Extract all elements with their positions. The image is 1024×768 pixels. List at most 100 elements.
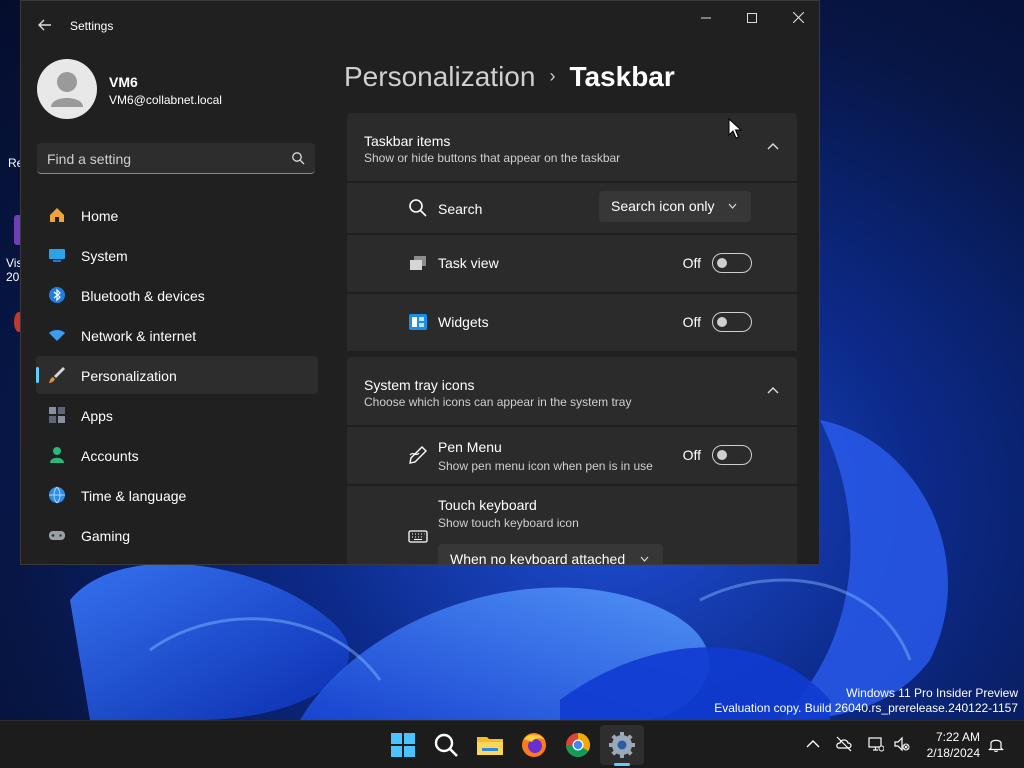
back-button[interactable]	[33, 13, 57, 37]
maximize-button[interactable]	[729, 7, 775, 29]
bell-icon[interactable]	[988, 736, 1004, 752]
sidebar-item-time-language[interactable]: Time & language	[36, 476, 318, 514]
clock-date: 2/18/2024	[926, 746, 980, 760]
sidebar-item-label: Apps	[81, 408, 113, 424]
settings-taskbar-button[interactable]	[600, 725, 644, 765]
settings-window: Settings VM6 VM6@collabnet.local Find a …	[20, 0, 820, 565]
sidebar-item-network[interactable]: Network & internet	[36, 316, 318, 354]
keyboard-icon	[408, 530, 428, 543]
settings-icon	[609, 732, 635, 758]
person-icon	[51, 72, 83, 107]
setting-label: Touch keyboard	[438, 497, 537, 513]
setting-description: Show pen menu icon when pen is in use	[438, 459, 653, 473]
system-clock[interactable]: 7:22 AM 2/18/2024	[927, 729, 980, 761]
toggle-knob	[717, 317, 727, 327]
breadcrumb-parent[interactable]: Personalization	[344, 61, 535, 92]
sidebar-item-gaming[interactable]: Gaming	[36, 516, 318, 554]
taskbar: 7:22 AM 2/18/2024	[0, 720, 1024, 768]
minimize-icon	[701, 17, 711, 19]
sidebar-nav: Home System Bluetooth & devices Network …	[36, 196, 318, 556]
chevron-down-icon	[640, 556, 649, 562]
dropdown-value: When no keyboard attached	[450, 551, 626, 565]
start-icon[interactable]	[387, 729, 419, 761]
wifi-icon	[49, 330, 65, 341]
gamepad-icon	[49, 531, 65, 540]
sidebar-item-label: Gaming	[81, 528, 131, 544]
search-icon	[409, 199, 427, 217]
sidebar-item-label: Time & language	[81, 488, 187, 504]
task-view-toggle[interactable]	[712, 253, 752, 273]
widgets-toggle[interactable]	[712, 312, 752, 332]
settings-content: Taskbar items Show or hide buttons that …	[347, 113, 797, 565]
bluetooth-icon	[49, 287, 65, 303]
close-button[interactable]	[775, 7, 819, 29]
sidebar-item-personalization[interactable]: Personalization	[36, 356, 318, 394]
toggle-knob	[717, 450, 727, 460]
toggle-state: Off	[682, 314, 701, 330]
setting-row-widgets: Widgets Off	[347, 292, 797, 351]
monitor-icon	[49, 249, 65, 262]
setting-row-search: Search Search icon only	[347, 181, 797, 233]
sidebar-item-label: Accounts	[81, 448, 139, 464]
sidebar-item-label: Home	[81, 208, 119, 224]
volume-muted-icon[interactable]	[894, 736, 910, 752]
profile-name: VM6	[109, 74, 138, 90]
setting-label: Search	[438, 201, 483, 217]
maximize-icon	[747, 13, 757, 23]
search-input[interactable]: Find a setting	[37, 143, 315, 174]
pen-menu-toggle[interactable]	[712, 445, 752, 465]
search-icon	[292, 152, 305, 165]
title-bar[interactable]: Settings	[21, 1, 819, 49]
arrow-left-icon	[38, 19, 51, 31]
active-app-indicator	[614, 763, 630, 766]
file-explorer-icon[interactable]	[474, 729, 506, 761]
setting-row-touch-keyboard: Touch keyboard Show touch keyboard icon …	[347, 484, 797, 565]
chevron-up-icon[interactable]	[805, 736, 821, 752]
sidebar-item-accounts[interactable]: Accounts	[36, 436, 318, 474]
clock-time: 7:22 AM	[935, 730, 980, 744]
watermark-build: Evaluation copy. Build 26040.rs_prerelea…	[714, 701, 1018, 715]
sidebar-item-label: System	[81, 248, 128, 264]
setting-row-task-view: Task view Off	[347, 233, 797, 292]
watermark-edition: Windows 11 Pro Insider Preview	[846, 686, 1018, 700]
setting-description: Show touch keyboard icon	[438, 516, 579, 530]
setting-row-pen-menu: Pen Menu Show pen menu icon when pen is …	[347, 425, 797, 484]
apps-icon	[49, 407, 65, 423]
section-subtitle: Choose which icons can appear in the sys…	[364, 395, 632, 409]
os-watermark: Windows 11 Pro Insider Preview Evaluatio…	[714, 686, 1018, 716]
search-icon[interactable]	[430, 729, 462, 761]
sidebar-item-home[interactable]: Home	[36, 196, 318, 234]
setting-label: Pen Menu	[438, 439, 502, 455]
network-icon[interactable]	[868, 736, 884, 752]
touch-keyboard-dropdown[interactable]: When no keyboard attached	[438, 544, 663, 565]
widgets-icon	[409, 314, 427, 330]
sidebar-item-system[interactable]: System	[36, 236, 318, 274]
section-subtitle: Show or hide buttons that appear on the …	[364, 151, 621, 165]
section-title: System tray icons	[364, 377, 475, 393]
system-tray-header[interactable]: System tray icons Choose which icons can…	[347, 357, 797, 425]
avatar[interactable]	[37, 59, 97, 119]
search-placeholder: Find a setting	[47, 151, 132, 167]
window-title: Settings	[70, 19, 114, 33]
page-title: Taskbar	[569, 61, 675, 92]
setting-label: Widgets	[438, 314, 489, 330]
sidebar-item-bluetooth[interactable]: Bluetooth & devices	[36, 276, 318, 314]
chevron-down-icon	[728, 203, 737, 209]
mouse-cursor-icon	[728, 118, 742, 139]
search-mode-dropdown[interactable]: Search icon only	[599, 191, 751, 222]
close-icon	[792, 11, 804, 24]
sidebar-item-label: Personalization	[81, 368, 177, 384]
toggle-knob	[717, 258, 727, 268]
setting-label: Task view	[438, 255, 499, 271]
chevron-up-icon[interactable]	[767, 141, 779, 153]
sidebar-item-label: Bluetooth & devices	[81, 288, 205, 304]
brush-icon	[49, 367, 65, 383]
minimize-button[interactable]	[683, 7, 729, 29]
section-title: Taskbar items	[364, 133, 451, 149]
sidebar-item-label: Network & internet	[81, 328, 197, 344]
firefox-icon[interactable]	[518, 729, 550, 761]
sidebar-item-apps[interactable]: Apps	[36, 396, 318, 434]
chevron-up-icon[interactable]	[767, 385, 779, 397]
chrome-icon[interactable]	[562, 729, 594, 761]
cloud-offline-icon[interactable]	[836, 736, 852, 752]
